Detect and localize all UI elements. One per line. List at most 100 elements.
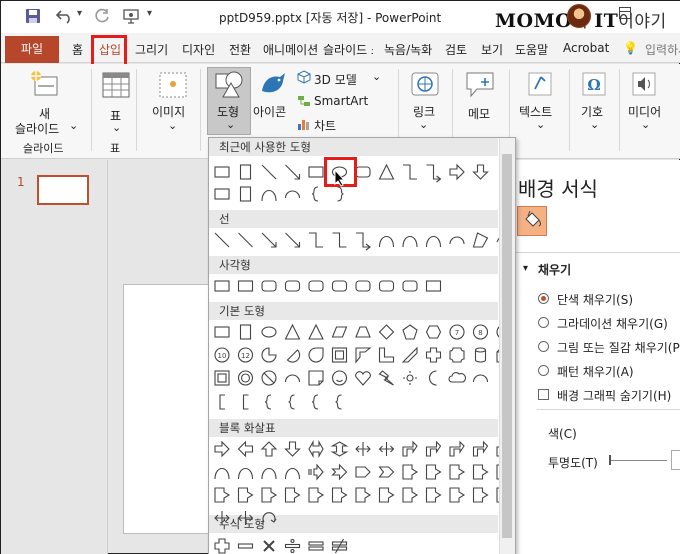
tab-file[interactable]: 파일 <box>5 36 59 63</box>
transparency-slider-thumb[interactable] <box>609 455 611 465</box>
rightarrow-shape[interactable] <box>214 440 230 458</box>
div-shape[interactable] <box>284 538 301 554</box>
callout-shape[interactable] <box>237 487 254 503</box>
speaker-icon[interactable] <box>631 71 657 100</box>
callout-shape[interactable] <box>214 487 231 503</box>
callout-shape[interactable] <box>402 464 419 480</box>
hide-graphics-checkbox[interactable] <box>538 389 549 400</box>
arrowline-shape[interactable] <box>261 232 277 248</box>
3d-model-icon[interactable] <box>297 70 311 87</box>
callout-shape[interactable] <box>449 487 466 503</box>
dec-shape[interactable]: 10 <box>496 325 499 339</box>
downarrow-shape[interactable] <box>284 441 301 457</box>
elbow-shape[interactable] <box>309 232 323 248</box>
rect-shape[interactable] <box>237 280 254 292</box>
fold-shape[interactable] <box>308 370 324 386</box>
chevron-down-icon[interactable]: ⌄ <box>168 119 177 132</box>
oval-shape[interactable] <box>261 326 277 338</box>
tab-view[interactable]: 보기 <box>481 41 503 58</box>
rrect-shape[interactable] <box>355 166 371 178</box>
chevron-down-icon[interactable]: ⌄ <box>641 118 650 131</box>
brace-shape[interactable] <box>288 394 295 410</box>
bracket-shape[interactable] <box>219 394 225 410</box>
callout-shape[interactable] <box>402 487 419 503</box>
text-shape[interactable] <box>214 188 230 200</box>
comment-icon[interactable] <box>465 71 495 102</box>
vtext-shape[interactable] <box>239 186 252 202</box>
donut-shape[interactable] <box>237 370 254 386</box>
bent-shape[interactable] <box>402 440 418 457</box>
chevron-down-icon[interactable]: ⌄ <box>590 118 599 131</box>
freeform-shape[interactable] <box>472 232 489 248</box>
callout-shape[interactable] <box>496 487 499 503</box>
save-icon[interactable] <box>25 8 41 28</box>
table-icon[interactable] <box>102 72 130 101</box>
callout-shape[interactable] <box>261 487 278 503</box>
gallery-scrollbar-thumb[interactable] <box>502 154 512 538</box>
icons-label[interactable]: 아이콘 <box>253 103 286 120</box>
images-label[interactable]: 이미지 <box>152 103 185 120</box>
line-shape[interactable] <box>261 164 277 180</box>
tab-draw[interactable]: 그리기 <box>135 41 168 58</box>
text-icon[interactable] <box>527 71 553 100</box>
cross-shape[interactable] <box>425 347 442 363</box>
rrect-shape[interactable] <box>284 280 301 292</box>
tri-shape[interactable] <box>284 323 301 340</box>
brace-shape[interactable] <box>335 394 342 410</box>
chart-icon[interactable] <box>297 117 311 134</box>
bolt-shape[interactable] <box>378 370 394 386</box>
pattern-fill-radio[interactable] <box>538 365 549 376</box>
omega-icon[interactable]: Ω <box>581 71 607 100</box>
heart-shape[interactable] <box>355 371 371 386</box>
quad-shape[interactable] <box>355 442 371 456</box>
line-shape[interactable] <box>214 232 230 248</box>
downarrow-shape[interactable] <box>472 164 489 180</box>
3d-model-label[interactable]: 3D 모델 <box>314 71 357 88</box>
slide-canvas[interactable] <box>123 284 219 534</box>
new-slide-icon[interactable] <box>29 69 59 102</box>
tab-slideshow[interactable]: 슬라이드 쇼 <box>323 41 373 58</box>
callout-shape[interactable] <box>472 464 489 480</box>
callout-shape[interactable] <box>308 487 325 503</box>
quad-shape[interactable] <box>378 442 395 456</box>
circarrow-shape[interactable] <box>262 512 277 523</box>
oct-shape[interactable]: 8 <box>472 324 489 340</box>
customize-qat-icon[interactable]: ▾ <box>147 8 152 19</box>
gradient-fill-radio[interactable] <box>538 317 549 328</box>
text-shape[interactable] <box>214 326 230 338</box>
curve-shape[interactable] <box>284 467 301 480</box>
plaque-shape[interactable] <box>449 347 465 363</box>
diamond-shape[interactable] <box>378 324 395 340</box>
rrect-shape[interactable] <box>261 280 277 292</box>
rrect-shape[interactable] <box>331 280 348 292</box>
lightbulb-icon[interactable]: 💡 <box>623 41 638 55</box>
chart-label[interactable]: 차트 <box>314 117 336 134</box>
lrarrow-shape[interactable] <box>308 439 324 459</box>
notched-shape[interactable] <box>331 463 348 481</box>
tab-home[interactable]: 홈 <box>72 41 83 58</box>
callout-shape[interactable] <box>449 464 466 480</box>
callout-shape[interactable] <box>355 487 372 503</box>
curve-shape[interactable] <box>237 467 254 480</box>
chevron-down-icon[interactable]: ⌄ <box>69 119 78 132</box>
callout-shape[interactable] <box>378 487 395 503</box>
smartart-icon[interactable] <box>297 94 311 111</box>
tab-transitions[interactable]: 전환 <box>229 41 251 58</box>
curve-shape[interactable] <box>214 467 230 480</box>
smiley-shape[interactable] <box>331 370 348 386</box>
brace-shape[interactable] <box>311 394 319 410</box>
rrect-shape[interactable] <box>355 280 371 292</box>
trap-shape[interactable] <box>355 326 371 338</box>
chord-shape[interactable] <box>286 349 301 363</box>
curve-shape[interactable] <box>402 235 418 248</box>
gradient-fill-label[interactable]: 그라데이션 채우기(G) <box>557 315 668 332</box>
rightarrow-shape[interactable] <box>449 163 465 181</box>
chevron-down-icon[interactable]: ⌄ <box>372 70 381 83</box>
start-from-beginning-icon[interactable] <box>123 8 141 28</box>
tri-shape[interactable] <box>308 323 324 340</box>
pentarrow-shape[interactable] <box>355 466 371 478</box>
elbowarrow-shape[interactable] <box>356 232 371 251</box>
vtext-shape[interactable] <box>239 164 252 180</box>
vtext-shape[interactable] <box>239 324 252 340</box>
arc-shape[interactable] <box>449 236 465 245</box>
